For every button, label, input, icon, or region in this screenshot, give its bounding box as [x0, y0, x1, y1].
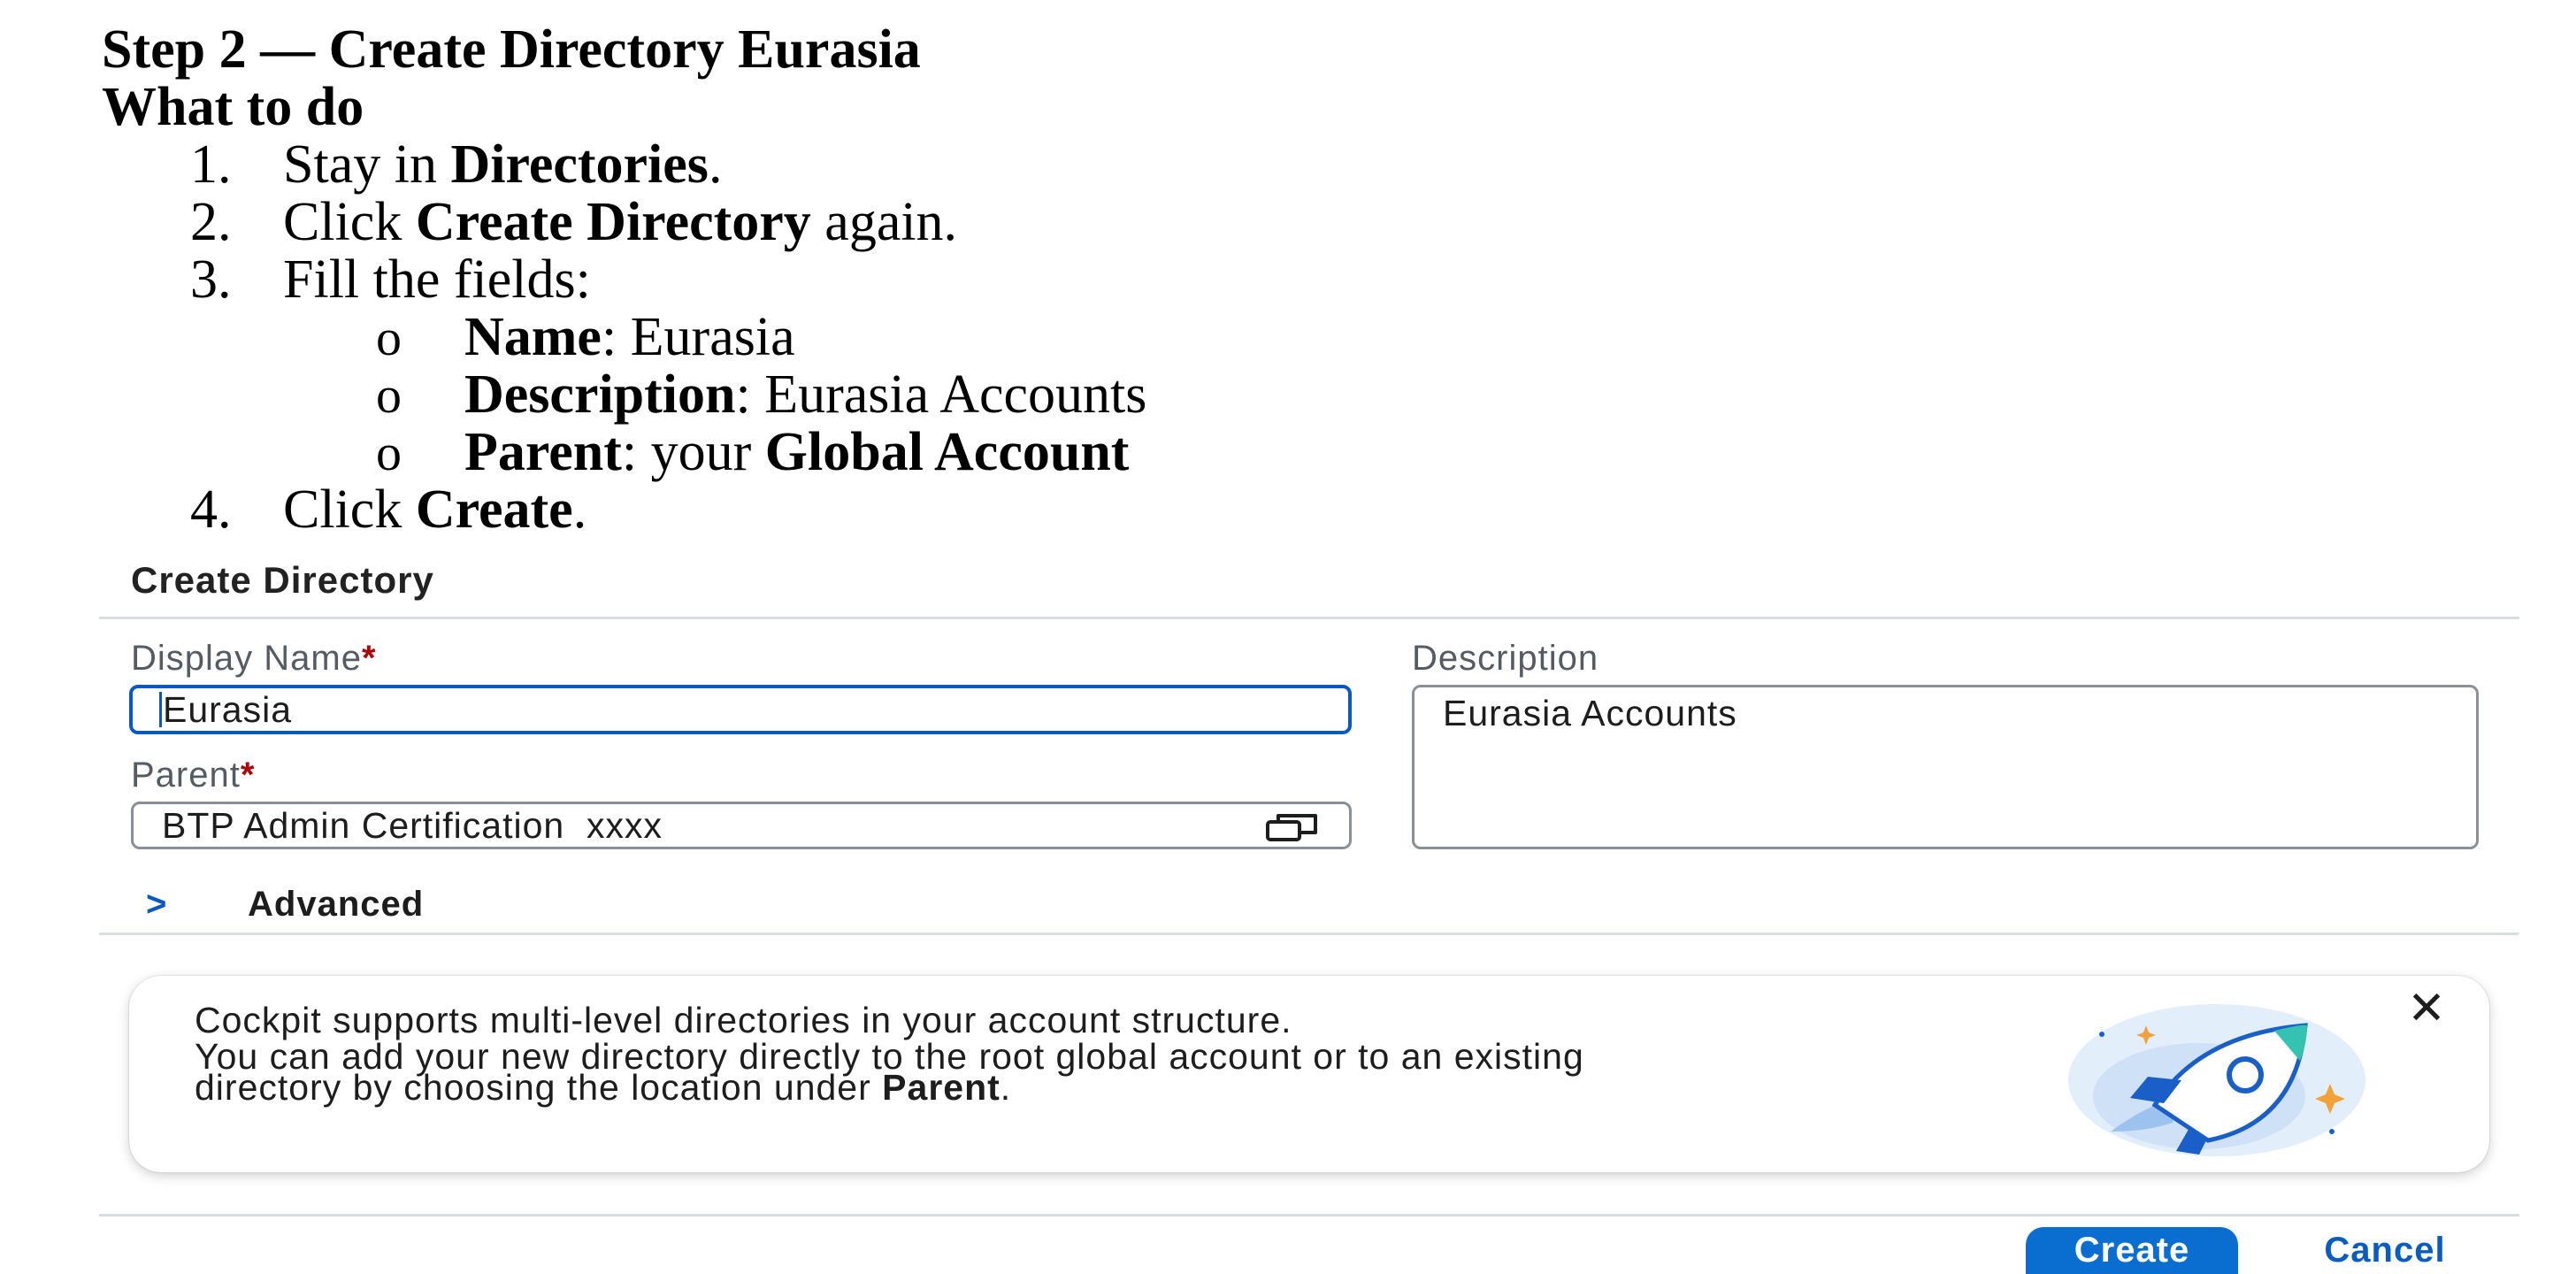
sub-item-value: : Eurasia Accounts	[735, 365, 1147, 425]
step-number: 3.	[190, 249, 232, 310]
sub-list-item: o Parent: your Global Account	[102, 422, 1146, 482]
parent-label: Parent*	[131, 756, 255, 795]
required-marker: *	[240, 756, 256, 794]
instructions-subtitle: What to do	[102, 77, 364, 137]
text-caret	[159, 692, 162, 727]
required-marker: *	[361, 639, 377, 678]
description-textarea[interactable]: Eurasia Accounts	[1412, 685, 2479, 849]
sub-item-key: Description	[464, 365, 736, 425]
step-text: Fill the fields:	[283, 249, 591, 310]
step-number: 1.	[190, 134, 232, 195]
info-line-3-end: .	[1000, 1067, 1012, 1108]
step-item: 1. Stay in Directories.	[102, 136, 1146, 194]
advanced-label: Advanced	[248, 885, 425, 924]
sub-item-key: Parent	[464, 422, 622, 482]
close-icon[interactable]: ✕	[2403, 985, 2450, 1032]
display-name-value: Eurasia	[163, 688, 293, 730]
bullet-icon: o	[376, 424, 402, 481]
create-button[interactable]: Create	[2026, 1227, 2238, 1274]
bullet-icon: o	[376, 366, 402, 424]
step-bold-text: Create Directory	[415, 192, 811, 252]
steps-list: 1. Stay in Directories. 2. Click Create Di…	[102, 136, 1146, 539]
info-message-strip: Cockpit supports multi-level directories…	[129, 976, 2489, 1172]
sub-list-item: o Name: Eurasia	[102, 307, 1146, 367]
display-name-label: Display Name*	[131, 639, 377, 679]
sub-item-value-bold: Global Account	[764, 422, 1130, 482]
step-bold-text: Create	[415, 480, 573, 540]
step-item: 3. Fill the fields:	[102, 251, 1146, 309]
cancel-button[interactable]: Cancel	[2279, 1227, 2491, 1274]
dialog-title: Create Directory	[131, 559, 434, 601]
sub-list-item: o Description: Eurasia Accounts	[102, 365, 1147, 425]
step-text: again.	[810, 192, 958, 252]
step-text: .	[572, 480, 587, 540]
footer-divider	[99, 1214, 2519, 1216]
instructions: Step 2 — Create Directory Eurasia What t…	[102, 21, 1146, 539]
description-label: Description	[1412, 639, 1598, 679]
info-line-3-bold: Parent	[882, 1067, 1000, 1108]
sub-item-value: : Eurasia	[601, 307, 795, 367]
rocket-illustration	[2068, 1004, 2365, 1156]
step-item: 4. Click Create.	[102, 481, 1146, 539]
description-label-text: Description	[1412, 639, 1599, 678]
dialog-section-divider	[99, 932, 2519, 935]
display-name-label-text: Display Name	[131, 639, 362, 678]
step-text: Click	[283, 480, 416, 540]
step-number: 2.	[190, 192, 232, 252]
info-line-3-text: directory by choosing the location under	[195, 1067, 883, 1108]
info-line-1: Cockpit supports multi-level directories…	[195, 1000, 1292, 1040]
step-text: .	[708, 134, 723, 195]
step-number: 4.	[190, 480, 232, 540]
bullet-icon: o	[376, 309, 402, 366]
description-value: Eurasia Accounts	[1443, 693, 1737, 733]
advanced-toggle[interactable]: > Advanced	[146, 885, 424, 925]
step-text: Stay in	[283, 134, 451, 195]
display-name-input[interactable]: Eurasia	[129, 685, 1352, 734]
parent-value: BTP Admin Certification xxxx	[162, 804, 663, 846]
sub-item-value: : your	[621, 422, 765, 482]
info-text: Cockpit supports multi-level directories…	[195, 1000, 2141, 1106]
dialog-header-divider	[99, 617, 2519, 619]
step-bold-text: Directories	[450, 134, 709, 195]
parent-label-text: Parent	[131, 756, 241, 794]
chevron-right-icon: >	[146, 885, 167, 924]
instructions-title: Step 2 — Create Directory Eurasia	[102, 19, 921, 80]
sub-item-key: Name	[464, 307, 602, 367]
step-text: Click	[283, 192, 416, 252]
value-help-icon[interactable]	[1266, 811, 1319, 843]
step-item: 2. Click Create Directory again.	[102, 194, 1146, 251]
info-line-3: directory by choosing the location under…	[195, 1070, 2141, 1106]
parent-select[interactable]: BTP Admin Certification xxxx	[131, 802, 1352, 849]
